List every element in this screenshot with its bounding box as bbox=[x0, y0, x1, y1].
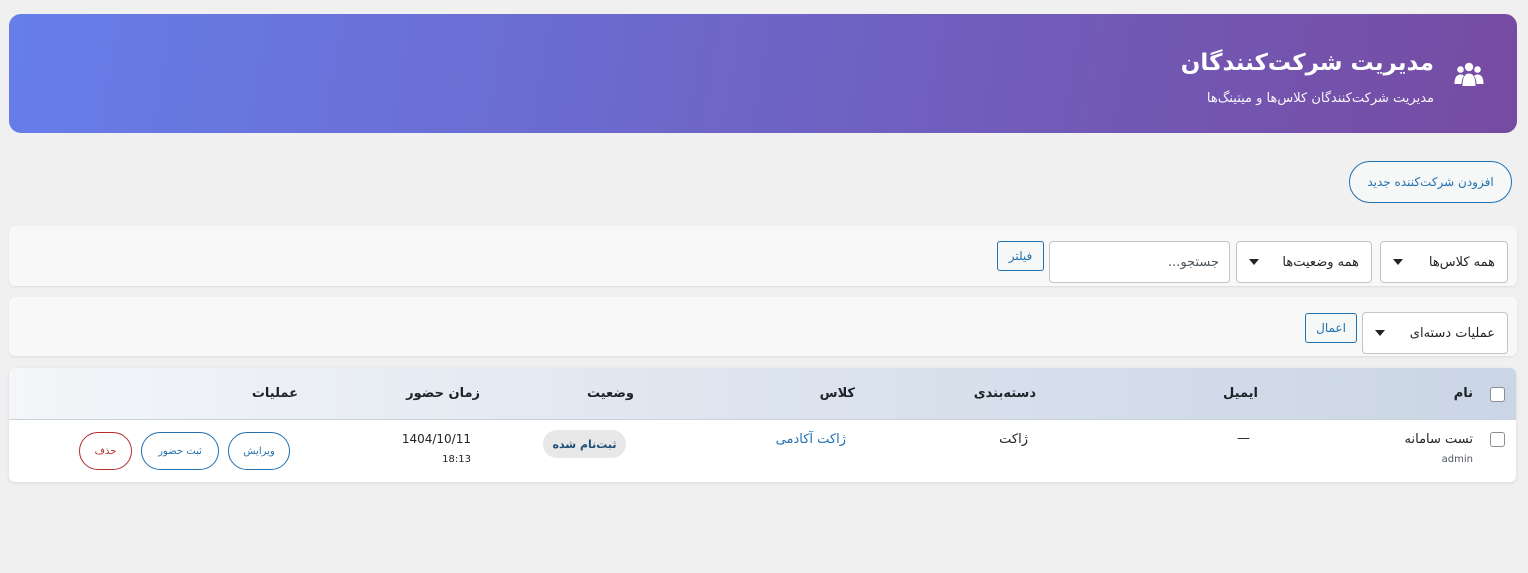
column-header-actions: عملیات bbox=[251, 386, 298, 401]
participant-category: ژاکت bbox=[999, 432, 1028, 447]
status-filter-select[interactable]: همه وضعیت‌ها bbox=[1236, 241, 1372, 283]
page-title: مدیریت شرکت‌کنندگان bbox=[1180, 50, 1434, 76]
participant-username: admin bbox=[1441, 454, 1473, 465]
page-subtitle: مدیریت شرکت‌کنندگان کلاس‌ها و میتینگ‌ها bbox=[1206, 91, 1434, 106]
participant-name: تست سامانه bbox=[1404, 432, 1473, 447]
add-participant-button[interactable]: افزودن شرکت‌کننده جدید bbox=[1349, 161, 1512, 203]
column-header-email: ایمیل bbox=[1223, 386, 1258, 401]
column-header-attendance-time: زمان حضور bbox=[406, 386, 480, 401]
select-all-checkbox[interactable] bbox=[1490, 387, 1505, 402]
chevron-down-icon bbox=[1393, 259, 1403, 265]
participant-class-link[interactable]: ژاکت آکادمی bbox=[776, 432, 846, 447]
attendance-time: 18:13 bbox=[442, 454, 471, 465]
bulk-action-value: عملیات دسته‌ای bbox=[1409, 325, 1495, 341]
column-header-name: نام bbox=[1453, 386, 1473, 401]
filters-bar: همه کلاس‌ها همه وضعیت‌ها فیلتر bbox=[9, 226, 1517, 286]
status-filter-value: همه وضعیت‌ها bbox=[1282, 254, 1359, 270]
search-input[interactable] bbox=[1049, 241, 1230, 283]
filter-button[interactable]: فیلتر bbox=[997, 241, 1044, 271]
delete-button[interactable]: حذف bbox=[79, 432, 132, 470]
record-attendance-button[interactable]: ثبت حضور bbox=[141, 432, 219, 470]
bulk-action-select[interactable]: عملیات دسته‌ای bbox=[1362, 312, 1508, 354]
class-filter-value: همه کلاس‌ها bbox=[1428, 254, 1495, 270]
status-badge: ثبت‌نام شده bbox=[543, 430, 626, 458]
row-checkbox[interactable] bbox=[1490, 432, 1505, 447]
bulk-actions-bar: عملیات دسته‌ای اعمال bbox=[9, 297, 1517, 356]
column-header-status: وضعیت bbox=[586, 386, 634, 401]
table-header: نام ایمیل دسته‌بندی کلاس وضعیت زمان حضور… bbox=[9, 368, 1516, 420]
participant-email: — bbox=[1237, 431, 1250, 446]
page-header: مدیریت شرکت‌کنندگان مدیریت شرکت‌کنندگان … bbox=[9, 14, 1517, 133]
chevron-down-icon bbox=[1249, 259, 1259, 265]
attendance-date: 1404/10/11 bbox=[401, 432, 471, 446]
apply-button[interactable]: اعمال bbox=[1305, 313, 1357, 343]
column-header-class: کلاس bbox=[819, 386, 855, 401]
chevron-down-icon bbox=[1375, 330, 1385, 336]
edit-button[interactable]: ویرایش bbox=[228, 432, 290, 470]
participants-table: نام ایمیل دسته‌بندی کلاس وضعیت زمان حضور… bbox=[9, 368, 1516, 482]
class-filter-select[interactable]: همه کلاس‌ها bbox=[1380, 241, 1508, 283]
users-icon bbox=[1454, 62, 1484, 86]
column-header-category: دسته‌بندی bbox=[973, 386, 1036, 401]
